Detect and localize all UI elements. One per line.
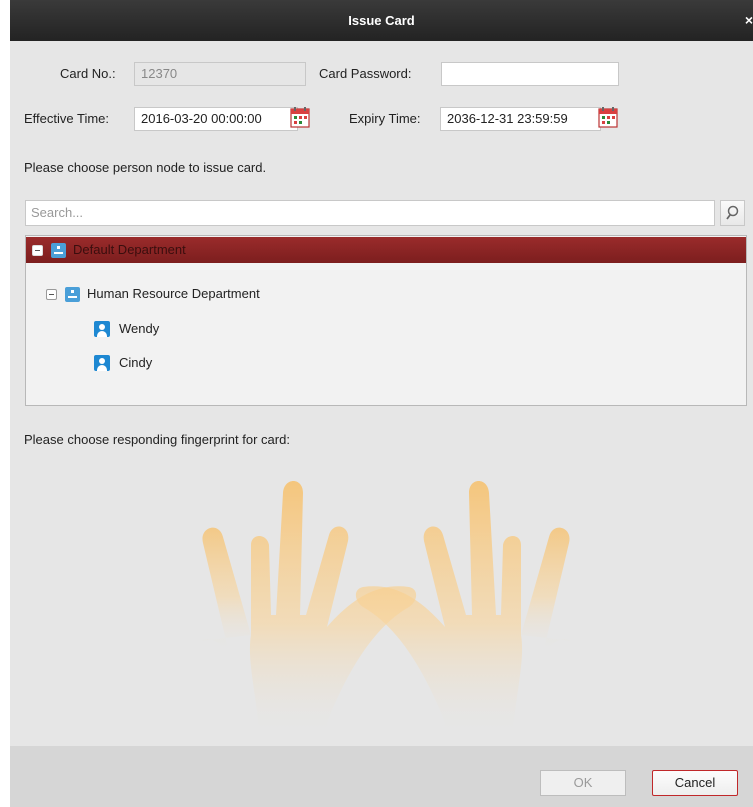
hands-illustration xyxy=(201,481,571,740)
effective-time-label: Effective Time: xyxy=(24,111,110,126)
search-input[interactable]: Search... xyxy=(25,200,715,226)
tree-node-person[interactable]: Wendy xyxy=(26,316,746,342)
person-tree: Default Department Human Resource Depart… xyxy=(25,235,747,406)
effective-time-field[interactable]: 2016-03-20 00:00:00 xyxy=(134,107,298,131)
collapse-icon[interactable] xyxy=(46,289,57,300)
calendar-icon[interactable] xyxy=(290,106,310,128)
calendar-icon[interactable] xyxy=(598,106,618,128)
fingerprint-selector xyxy=(25,455,747,740)
card-no-label: Card No.: xyxy=(60,66,116,81)
ok-button[interactable]: OK xyxy=(540,770,626,796)
card-no-field: 12370 xyxy=(134,62,306,86)
person-icon xyxy=(94,321,110,337)
issue-card-dialog: Issue Card × Card No.: 12370 Card Passwo… xyxy=(10,0,753,807)
card-password-field[interactable] xyxy=(441,62,619,86)
dialog-title: Issue Card xyxy=(348,13,415,28)
tree-node-person[interactable]: Cindy xyxy=(26,350,746,376)
department-icon xyxy=(51,243,66,258)
search-button[interactable] xyxy=(720,200,745,226)
tree-node-label: Cindy xyxy=(119,355,153,370)
tree-node-label: Human Resource Department xyxy=(87,286,260,301)
person-node-prompt: Please choose person node to issue card. xyxy=(24,160,267,175)
tree-node-label: Default Department xyxy=(73,242,186,257)
person-icon xyxy=(94,355,110,371)
collapse-icon[interactable] xyxy=(32,245,43,256)
dialog-footer: OK Cancel xyxy=(10,746,753,807)
card-password-label: Card Password: xyxy=(319,66,412,81)
expiry-time-label: Expiry Time: xyxy=(349,111,421,126)
close-icon[interactable]: × xyxy=(739,12,753,28)
department-icon xyxy=(65,287,80,302)
right-hand-icon[interactable] xyxy=(355,481,571,740)
fingerprint-prompt: Please choose responding fingerprint for… xyxy=(24,432,290,447)
cancel-button[interactable]: Cancel xyxy=(652,770,738,796)
expiry-time-field[interactable]: 2036-12-31 23:59:59 xyxy=(440,107,601,131)
search-icon xyxy=(726,205,739,220)
tree-node-human-resource[interactable]: Human Resource Department xyxy=(26,281,746,307)
title-bar: Issue Card × xyxy=(10,0,753,41)
tree-node-label: Wendy xyxy=(119,321,160,336)
tree-node-default-department[interactable]: Default Department xyxy=(26,237,746,263)
